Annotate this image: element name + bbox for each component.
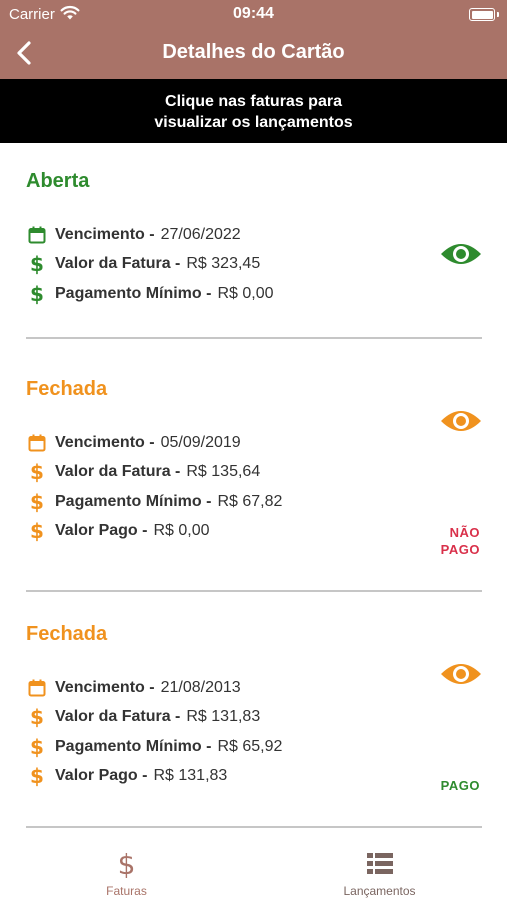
invoice-card[interactable]: Fechada Vencimento - 05/09/2019 $ Valor … <box>0 339 507 592</box>
due-date-value: 21/08/2013 <box>160 679 241 696</box>
paid-amount-value: R$ 0,00 <box>153 522 210 539</box>
invoice-status: Aberta <box>26 170 90 192</box>
tab-label: Lançamentos <box>343 884 416 898</box>
due-date-label: Vencimento - <box>55 679 155 696</box>
paid-amount-value: R$ 131,83 <box>153 767 228 784</box>
calendar-icon <box>26 432 48 454</box>
minimum-payment-value: R$ 65,92 <box>217 738 283 755</box>
view-transactions-eye-icon[interactable] <box>440 659 482 689</box>
invoice-amount-value: R$ 323,45 <box>186 255 261 272</box>
minimum-payment-value: R$ 0,00 <box>217 285 274 302</box>
due-date-row: Vencimento - 27/06/2022 <box>26 224 241 246</box>
invoice-card[interactable]: Fechada Vencimento - 21/08/2013 $ Valor … <box>0 592 507 828</box>
invoice-amount-value: R$ 131,83 <box>186 708 261 725</box>
minimum-payment-row: $ Pagamento Mínimo - R$ 0,00 <box>26 282 274 306</box>
payment-status-badge: PAGO <box>441 777 480 794</box>
minimum-payment-label: Pagamento Mínimo - <box>55 738 212 755</box>
dollar-icon: $ <box>30 735 44 759</box>
battery-icon <box>469 8 499 21</box>
invoice-status: Fechada <box>26 623 108 645</box>
badge-line-1: PAGO <box>440 778 480 793</box>
badge-line-2: PAGO <box>440 542 480 557</box>
status-bar: Carrier 09:44 <box>0 0 507 28</box>
banner-line-2: visualizar os lançamentos <box>154 114 353 131</box>
invoice-amount-label: Valor da Fatura - <box>55 708 181 725</box>
invoice-card[interactable]: Aberta Vencimento - 27/06/2022 $ Valor d… <box>0 143 507 339</box>
invoice-status: Fechada <box>26 378 108 400</box>
invoice-amount-label: Valor da Fatura - <box>55 463 181 480</box>
paid-amount-row: $ Valor Pago - R$ 131,83 <box>26 765 227 787</box>
view-transactions-eye-icon[interactable] <box>440 239 482 269</box>
dollar-icon: $ <box>30 252 44 276</box>
paid-amount-label: Valor Pago - <box>55 522 148 539</box>
paid-amount-row: $ Valor Pago - R$ 0,00 <box>26 519 210 543</box>
invoice-amount-label: Valor da Fatura - <box>55 255 181 272</box>
dollar-icon: $ <box>30 519 44 543</box>
dollar-icon: $ <box>117 848 136 881</box>
due-date-row: Vencimento - 21/08/2013 <box>26 677 241 699</box>
due-date-row: Vencimento - 05/09/2019 <box>26 432 241 454</box>
tab-bar: $ Faturas Lançamentos <box>0 838 507 900</box>
divider <box>26 826 482 828</box>
minimum-payment-label: Pagamento Mínimo - <box>55 493 212 510</box>
due-date-value: 05/09/2019 <box>160 434 241 451</box>
paid-amount-label: Valor Pago - <box>55 767 148 784</box>
invoice-amount-row: $ Valor da Fatura - R$ 135,64 <box>26 461 260 483</box>
badge-line-1: NÃO <box>449 525 480 540</box>
due-date-value: 27/06/2022 <box>160 226 241 243</box>
minimum-payment-label: Pagamento Mínimo - <box>55 285 212 302</box>
dollar-icon: $ <box>30 490 44 514</box>
clock: 09:44 <box>233 5 274 22</box>
instruction-banner: Clique nas faturas para visualizar os la… <box>0 79 507 143</box>
tab-lancamentos[interactable]: Lançamentos <box>253 838 506 900</box>
invoice-amount-row: $ Valor da Fatura - R$ 131,83 <box>26 706 260 728</box>
view-transactions-eye-icon[interactable] <box>440 406 482 436</box>
list-icon <box>366 853 393 874</box>
calendar-icon <box>26 677 48 699</box>
banner-line-1: Clique nas faturas para <box>165 93 342 110</box>
dollar-icon: $ <box>30 282 44 306</box>
dollar-icon: $ <box>30 460 44 484</box>
navigation-bar: Detalhes do Cartão <box>0 28 507 79</box>
tab-faturas[interactable]: $ Faturas <box>0 838 253 900</box>
dollar-icon: $ <box>30 764 44 788</box>
minimum-payment-value: R$ 67,82 <box>217 493 283 510</box>
due-date-label: Vencimento - <box>55 226 155 243</box>
calendar-icon <box>26 224 48 246</box>
minimum-payment-row: $ Pagamento Mínimo - R$ 65,92 <box>26 736 282 758</box>
tab-label: Faturas <box>106 884 147 898</box>
minimum-payment-row: $ Pagamento Mínimo - R$ 67,82 <box>26 491 282 513</box>
invoice-amount-row: $ Valor da Fatura - R$ 323,45 <box>26 253 260 275</box>
page-title: Detalhes do Cartão <box>162 41 345 63</box>
invoice-amount-value: R$ 135,64 <box>186 463 261 480</box>
due-date-label: Vencimento - <box>55 434 155 451</box>
payment-status-badge: NÃO PAGO <box>441 524 480 558</box>
dollar-icon: $ <box>30 705 44 729</box>
